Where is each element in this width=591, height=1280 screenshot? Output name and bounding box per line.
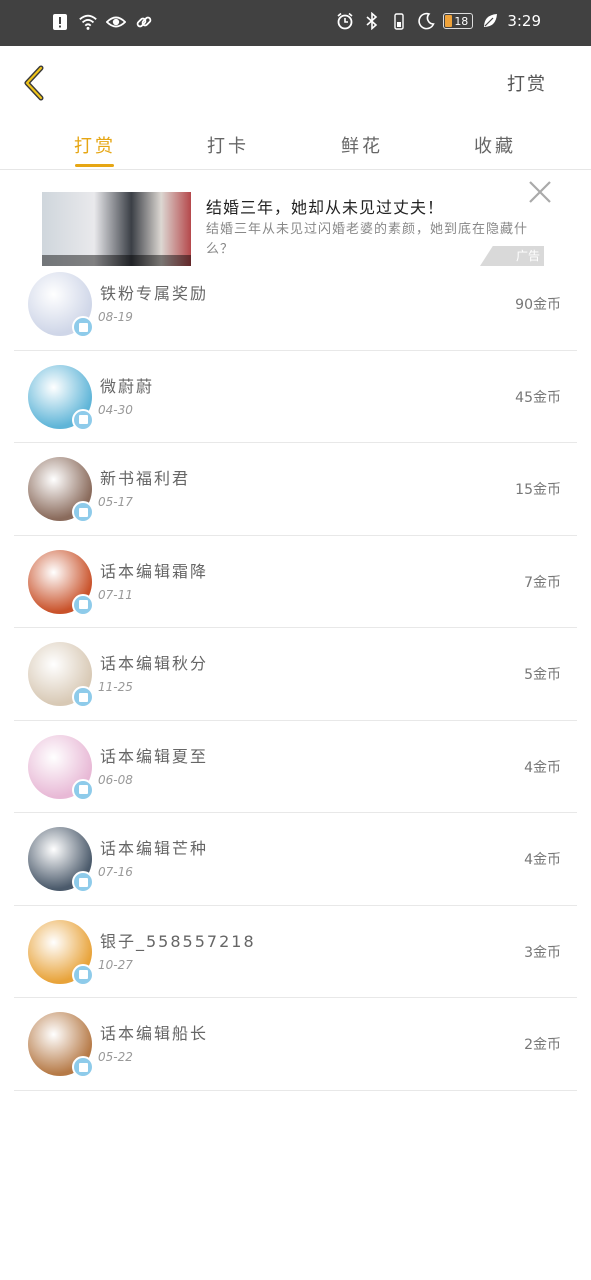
reward-action-button[interactable]: 打赏 xyxy=(507,70,547,96)
list-item[interactable]: 铁粉专属奖励 08-19 90金币 xyxy=(14,258,577,351)
link-icon xyxy=(134,12,154,32)
user-name: 话本编辑霜降 xyxy=(100,561,209,581)
reward-amount: 7金币 xyxy=(524,574,561,591)
book-badge-icon xyxy=(72,778,94,801)
book-badge-icon xyxy=(72,686,94,708)
reward-date: 11-25 xyxy=(98,680,133,694)
alarm-icon xyxy=(335,11,355,31)
battery-indicator: 18 xyxy=(443,13,474,29)
user-name: 话本编辑芒种 xyxy=(100,839,209,858)
chevron-left-icon xyxy=(20,65,50,106)
reward-date: 10-27 xyxy=(98,957,133,972)
list-item[interactable]: 银子_558557218 10-27 3金币 xyxy=(14,906,577,998)
list-item[interactable]: 话本编辑秋分 11-25 5金币 xyxy=(14,628,577,721)
active-tab-indicator xyxy=(75,164,114,167)
reward-amount: 4金币 xyxy=(524,759,561,776)
back-button[interactable] xyxy=(20,64,50,102)
alert-icon xyxy=(50,12,70,32)
user-name: 话本编辑船长 xyxy=(100,1024,209,1043)
ad-close-button[interactable] xyxy=(526,178,554,206)
moon-icon xyxy=(416,11,436,31)
book-badge-icon xyxy=(72,871,94,893)
user-name: 话本编辑夏至 xyxy=(100,746,209,766)
ad-title[interactable]: 结婚三年，她却从未见过丈夫！ xyxy=(206,194,444,218)
reward-amount: 4金币 xyxy=(524,852,561,868)
book-badge-icon xyxy=(72,593,94,616)
tab-checkin[interactable]: 打卡 xyxy=(188,132,268,158)
tab-bar: 打赏 打卡 鲜花 收藏 xyxy=(0,120,591,170)
status-right-icons: 18 3:29 xyxy=(335,11,541,31)
wifi-icon xyxy=(78,12,98,32)
status-left-icons xyxy=(50,12,154,32)
reward-amount: 3金币 xyxy=(524,944,561,961)
book-badge-icon xyxy=(72,963,94,986)
reward-date: 04-30 xyxy=(98,402,133,417)
reward-date: 08-19 xyxy=(98,310,133,324)
status-bar: 18 3:29 xyxy=(0,0,591,46)
list-item[interactable]: 新书福利君 05-17 15金币 xyxy=(14,443,577,536)
reward-amount: 45金币 xyxy=(515,389,561,406)
user-name: 银子_558557218 xyxy=(100,931,256,951)
list-item[interactable]: 微蔚蔚 04-30 45金币 xyxy=(14,351,577,443)
list-item[interactable]: 话本编辑夏至 06-08 4金币 xyxy=(14,721,577,813)
book-badge-icon xyxy=(72,316,94,338)
reward-amount: 2金币 xyxy=(524,1037,561,1053)
ad-description[interactable]: 结婚三年从未见过闪婚老婆的素颜，她到底在隐藏什么？ xyxy=(206,220,536,260)
book-badge-icon xyxy=(72,408,94,431)
reward-date: 07-11 xyxy=(98,587,133,602)
reward-amount: 5金币 xyxy=(524,667,561,683)
battery-small-icon xyxy=(389,11,409,31)
user-name: 新书福利君 xyxy=(100,469,191,488)
list-item[interactable]: 话本编辑霜降 07-11 7金币 xyxy=(14,536,577,628)
bluetooth-icon xyxy=(362,11,382,31)
tab-favorites[interactable]: 收藏 xyxy=(455,132,535,158)
reward-date: 05-22 xyxy=(98,1050,133,1064)
ad-banner[interactable]: 结婚三年，她却从未见过丈夫！ 结婚三年从未见过闪婚老婆的素颜，她到底在隐藏什么？… xyxy=(40,181,560,268)
reward-list: 铁粉专属奖励 08-19 90金币微蔚蔚 04-30 45金币新书福利君 05-17 15金… xyxy=(14,258,577,1091)
reward-date: 06-08 xyxy=(98,772,133,787)
app-header: 打赏 xyxy=(0,46,591,120)
user-name: 铁粉专属奖励 xyxy=(100,284,209,303)
eye-icon xyxy=(106,12,126,32)
leaf-icon xyxy=(480,11,500,31)
reward-date: 05-17 xyxy=(98,495,133,509)
status-time: 3:29 xyxy=(507,12,541,30)
tab-reward[interactable]: 打赏 xyxy=(55,132,135,158)
user-name: 话本编辑秋分 xyxy=(100,654,209,673)
ad-thumbnail[interactable] xyxy=(42,192,191,266)
reward-date: 07-16 xyxy=(98,865,133,879)
book-badge-icon xyxy=(72,501,94,523)
close-icon xyxy=(526,181,554,210)
book-badge-icon xyxy=(72,1056,94,1078)
list-item[interactable]: 话本编辑芒种 07-16 4金币 xyxy=(14,813,577,906)
user-name: 微蔚蔚 xyxy=(100,376,155,396)
battery-level: 18 xyxy=(454,14,469,28)
reward-amount: 15金币 xyxy=(515,482,561,498)
tab-flowers[interactable]: 鲜花 xyxy=(322,132,402,158)
reward-amount: 90金币 xyxy=(515,297,561,313)
list-item[interactable]: 话本编辑船长 05-22 2金币 xyxy=(14,998,577,1091)
